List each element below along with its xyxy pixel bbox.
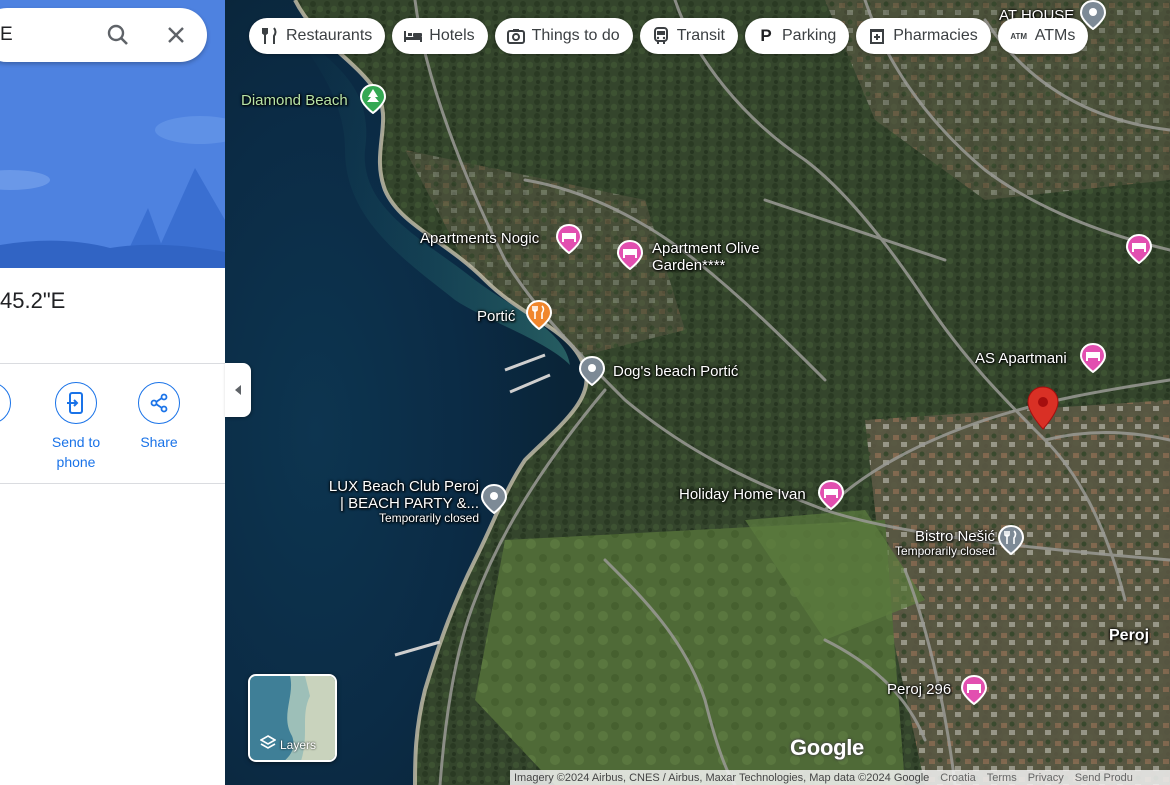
search-box[interactable]: E: [0, 8, 207, 62]
chip-label: Things to do: [531, 27, 620, 44]
as-apartmani-label[interactable]: AS Apartmani: [975, 350, 1067, 367]
bistro-name: Bistro Nešić: [914, 528, 995, 545]
privacy-link[interactable]: Privacy: [1024, 772, 1071, 784]
bed-icon: [403, 26, 423, 46]
as-apartmani-pin[interactable]: [1079, 342, 1107, 374]
divider: [0, 363, 225, 364]
restaurant-icon: [997, 524, 1025, 556]
layers-icon: [260, 735, 276, 749]
peroj-label[interactable]: Peroj: [1109, 627, 1149, 644]
nearby-button[interactable]: by: [0, 382, 25, 452]
holiday-home-pin[interactable]: [817, 479, 845, 511]
satellite-map[interactable]: Diamond Beach AT HOUSE Apartments Nogic …: [225, 0, 1170, 785]
lux-beach-line1: LUX Beach Club Peroj: [328, 478, 479, 495]
hotel-bed-icon: [1125, 233, 1153, 265]
search-query[interactable]: E: [0, 24, 20, 46]
chip-label: ATMs: [1034, 27, 1076, 44]
gray-pin-icon: [480, 483, 508, 515]
close-icon[interactable]: [162, 21, 190, 49]
dogs-beach-pin[interactable]: [578, 355, 606, 387]
parking-icon: P: [760, 26, 772, 45]
bistro-status: Temporarily closed: [894, 544, 995, 558]
send-to-phone-label: Send to phone: [51, 434, 101, 470]
terms-link[interactable]: Terms: [983, 772, 1024, 784]
portic-restaurant-pin[interactable]: [525, 299, 553, 331]
place-coordinates: 45.2"E: [0, 288, 66, 313]
chip-hotels[interactable]: Hotels: [392, 18, 488, 54]
apartments-nogic-pin[interactable]: [555, 223, 583, 255]
chip-atms[interactable]: ATM ATMs: [997, 18, 1089, 54]
atm-icon: ATM: [1010, 31, 1028, 41]
attribution-bar: Imagery ©2024 Airbus, CNES / Airbus, Max…: [510, 770, 1170, 785]
holiday-home-label[interactable]: Holiday Home Ivan: [679, 486, 806, 503]
hotel-bed-icon: [817, 479, 845, 511]
peroj-296-pin[interactable]: [960, 674, 988, 706]
collapse-panel-button[interactable]: [225, 363, 251, 417]
apartment-olive-line1: Apartment Olive: [652, 240, 760, 257]
share-label: Share: [140, 434, 178, 450]
hotel-pin-east[interactable]: [1125, 233, 1153, 265]
google-logo: Google: [790, 735, 864, 760]
portic-label[interactable]: Portić: [477, 308, 515, 325]
chip-parking[interactable]: P Parking: [745, 18, 850, 54]
selected-location-pin[interactable]: [1026, 386, 1060, 430]
apartment-olive-pin[interactable]: [616, 239, 644, 271]
chip-restaurants[interactable]: Restaurants: [249, 18, 386, 54]
send-to-phone-icon: [55, 382, 97, 424]
fork-knife-icon: [260, 26, 280, 46]
bistro-label[interactable]: Bistro Nešić Temporarily closed: [885, 528, 995, 558]
nearby-icon: [0, 382, 11, 424]
chip-label: Pharmacies: [893, 27, 978, 44]
apartment-olive-line2: Garden****: [652, 257, 726, 274]
lux-beach-pin[interactable]: [480, 483, 508, 515]
send-to-phone-button[interactable]: Send to phone: [41, 382, 111, 472]
restaurant-icon: [525, 299, 553, 331]
share-button[interactable]: Share: [124, 382, 194, 452]
diamond-beach-label[interactable]: Diamond Beach: [241, 92, 348, 109]
hotel-bed-icon: [960, 674, 988, 706]
chip-things-to-do[interactable]: Things to do: [494, 18, 633, 54]
caret-left-icon: [235, 385, 241, 395]
category-chips: Restaurants Hotels Things to do Transit …: [249, 18, 1089, 54]
hotel-bed-icon: [616, 239, 644, 271]
hotel-bed-icon: [555, 223, 583, 255]
country-link[interactable]: Croatia: [936, 772, 982, 784]
lux-beach-status: Temporarily closed: [378, 511, 479, 525]
chip-pharmacies[interactable]: Pharmacies: [856, 18, 991, 54]
peroj-296-label[interactable]: Peroj 296: [887, 681, 951, 698]
share-icon: [138, 382, 180, 424]
layers-button[interactable]: Layers: [248, 674, 337, 762]
nearby-label: by: [0, 432, 25, 452]
hotel-bed-icon: [1079, 342, 1107, 374]
camera-icon: [506, 26, 526, 46]
bistro-pin[interactable]: [997, 524, 1025, 556]
red-marker-icon: [1027, 386, 1059, 430]
imagery-attribution: Imagery ©2024 Airbus, CNES / Airbus, Max…: [514, 771, 930, 784]
gray-pin-icon: [578, 355, 606, 387]
divider: [0, 483, 225, 484]
apartment-olive-label[interactable]: Apartment Olive Garden****: [652, 240, 760, 274]
park-tree-icon: [359, 83, 387, 115]
lux-beach-line2: | BEACH PARTY &...: [340, 495, 479, 512]
search-icon[interactable]: [104, 21, 132, 49]
chip-label: Hotels: [429, 27, 475, 44]
dogs-beach-label[interactable]: Dog's beach Portić: [613, 363, 738, 380]
send-feedback-link[interactable]: Send Produ: [1071, 772, 1140, 784]
layers-label: Layers: [280, 738, 317, 752]
apartments-nogic-label[interactable]: Apartments Nogic: [420, 230, 539, 247]
side-panel: E 45.2"E by Send to phone Share: [0, 0, 225, 785]
bus-icon: [651, 26, 671, 46]
chip-label: Restaurants: [286, 27, 373, 44]
chip-label: Transit: [676, 27, 725, 44]
pharmacy-icon: [867, 26, 887, 46]
diamond-beach-pin[interactable]: [359, 83, 387, 115]
chip-transit[interactable]: Transit: [639, 18, 738, 54]
lux-beach-label[interactable]: LUX Beach Club Peroj | BEACH PARTY &... …: [321, 478, 479, 525]
chip-label: Parking: [782, 27, 837, 44]
